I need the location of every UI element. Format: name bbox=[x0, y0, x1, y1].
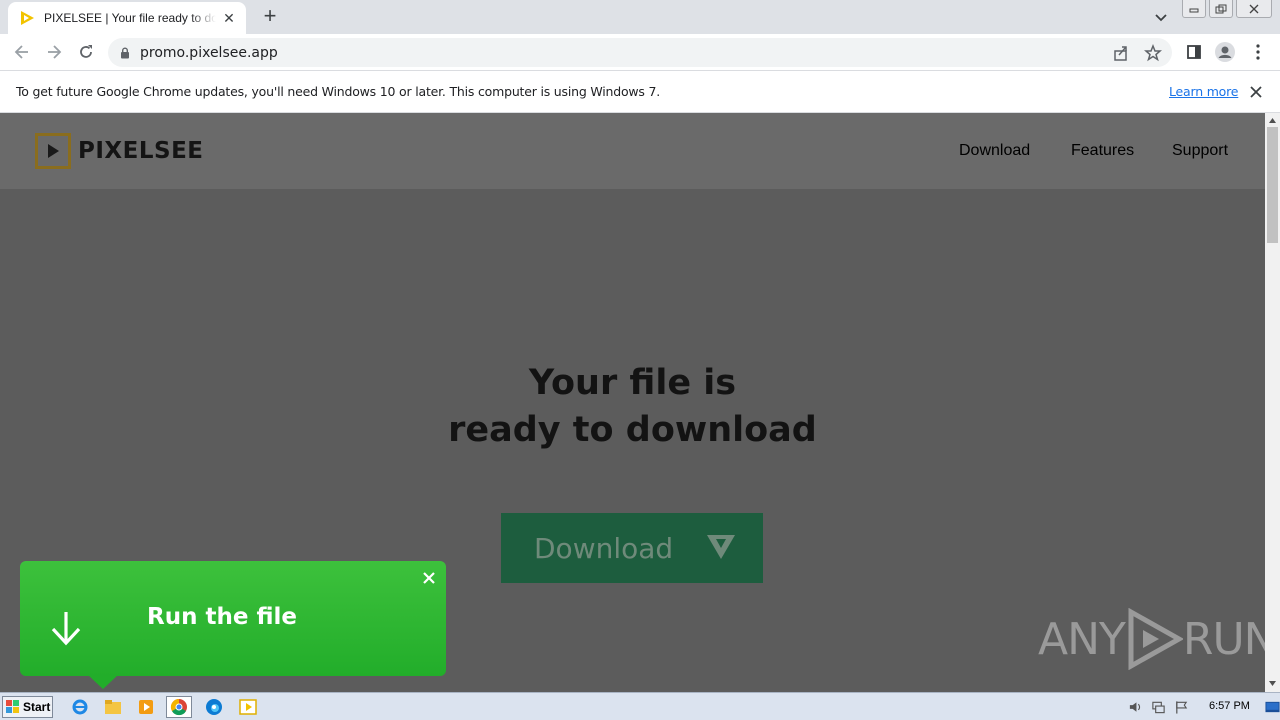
show-desktop-icon[interactable] bbox=[1265, 699, 1280, 715]
scroll-down-arrow-icon[interactable] bbox=[1268, 679, 1277, 688]
page-scrollbar[interactable] bbox=[1265, 113, 1280, 692]
restore-icon bbox=[1215, 4, 1227, 13]
action-center-flag-icon[interactable] bbox=[1174, 699, 1189, 715]
url-text: promo.pixelsee.app bbox=[140, 44, 278, 61]
profile-button[interactable] bbox=[1215, 42, 1235, 62]
forward-arrow-icon bbox=[48, 45, 62, 59]
popup-close-icon[interactable] bbox=[421, 570, 437, 586]
chrome-menu-button[interactable] bbox=[1248, 42, 1268, 62]
download-triangle-icon bbox=[707, 535, 735, 559]
browser-tab[interactable]: PIXELSEE | Your file ready to download ✕ bbox=[8, 2, 246, 34]
windows-logo-icon bbox=[6, 700, 19, 713]
volume-icon[interactable] bbox=[1128, 699, 1143, 715]
kebab-menu-icon bbox=[1256, 44, 1260, 60]
close-window-button[interactable] bbox=[1236, 0, 1272, 18]
scroll-up-arrow-icon[interactable] bbox=[1268, 116, 1277, 125]
close-window-icon bbox=[1249, 4, 1259, 13]
chrome-icon bbox=[170, 698, 187, 716]
anyrun-watermark: ANY RUN bbox=[1038, 608, 1265, 670]
hero-title-line-2: ready to download bbox=[448, 410, 817, 450]
scroll-thumb[interactable] bbox=[1267, 127, 1278, 243]
taskbar-pixelsee[interactable] bbox=[235, 696, 261, 718]
windows-taskbar: Start 6:57 PM bbox=[0, 692, 1280, 720]
back-arrow-icon bbox=[14, 45, 28, 59]
side-panel-icon bbox=[1187, 45, 1201, 59]
learn-more-link[interactable]: Learn more bbox=[1169, 84, 1238, 99]
anyrun-play-logo-icon bbox=[1128, 608, 1183, 670]
watermark-text-left: ANY bbox=[1038, 613, 1126, 665]
site-logo[interactable]: PIXELSEE bbox=[35, 133, 204, 169]
taskbar-edge[interactable] bbox=[201, 696, 227, 718]
run-file-popup[interactable]: Run the file bbox=[20, 561, 446, 689]
hero-title: Your file is ready to download bbox=[0, 360, 1265, 454]
reload-icon bbox=[80, 45, 92, 58]
hero-title-line-1: Your file is bbox=[528, 363, 737, 403]
back-button[interactable] bbox=[10, 40, 34, 64]
new-tab-button[interactable]: + bbox=[258, 5, 282, 28]
taskbar-clock[interactable]: 6:57 PM bbox=[1209, 700, 1250, 712]
taskbar-chrome[interactable] bbox=[166, 696, 192, 718]
folder-icon bbox=[105, 700, 121, 714]
restore-button[interactable] bbox=[1209, 0, 1233, 18]
popup-pointer bbox=[88, 675, 118, 689]
side-panel-button[interactable] bbox=[1184, 42, 1204, 62]
pixelsee-favicon-icon bbox=[21, 11, 34, 25]
forward-button[interactable] bbox=[42, 40, 66, 64]
edge-icon bbox=[206, 699, 222, 715]
taskbar-ie[interactable] bbox=[67, 696, 93, 718]
tab-strip: PIXELSEE | Your file ready to download ✕… bbox=[0, 0, 1280, 34]
nav-support-link[interactable]: Support bbox=[1172, 142, 1265, 160]
infobar-message: To get future Google Chrome updates, you… bbox=[16, 84, 661, 99]
taskbar-media-player[interactable] bbox=[133, 696, 159, 718]
minimize-button[interactable] bbox=[1182, 0, 1206, 18]
reload-button[interactable] bbox=[74, 40, 98, 64]
start-label: Start bbox=[23, 700, 51, 714]
popup-label: Run the file bbox=[147, 604, 297, 630]
logo-play-icon bbox=[35, 133, 71, 169]
profile-avatar-icon bbox=[1215, 42, 1235, 62]
internet-explorer-icon bbox=[72, 699, 88, 715]
logo-text: PIXELSEE bbox=[78, 138, 204, 164]
tab-search-chevron-icon[interactable] bbox=[1150, 6, 1172, 28]
watermark-text-right: RUN bbox=[1182, 613, 1265, 665]
lock-icon[interactable] bbox=[120, 47, 130, 59]
tab-close-icon[interactable]: ✕ bbox=[220, 9, 238, 27]
bookmark-star-icon[interactable] bbox=[1144, 44, 1162, 62]
minimize-icon bbox=[1189, 8, 1199, 12]
network-icon[interactable] bbox=[1151, 699, 1166, 715]
update-infobar: To get future Google Chrome updates, you… bbox=[0, 71, 1280, 113]
tab-title: PIXELSEE | Your file ready to download bbox=[44, 11, 216, 25]
media-player-icon bbox=[139, 700, 153, 714]
share-icon[interactable] bbox=[1112, 44, 1130, 62]
start-button[interactable]: Start bbox=[2, 696, 53, 718]
pixelsee-app-icon bbox=[239, 699, 257, 715]
down-arrow-icon bbox=[51, 612, 81, 646]
browser-toolbar: promo.pixelsee.app bbox=[0, 34, 1280, 71]
system-tray bbox=[1122, 695, 1280, 719]
download-button[interactable]: Download bbox=[501, 513, 763, 583]
taskbar-explorer[interactable] bbox=[100, 696, 126, 718]
download-button-label: Download bbox=[534, 531, 674, 565]
address-bar[interactable]: promo.pixelsee.app bbox=[108, 38, 1172, 67]
window-controls bbox=[1179, 0, 1272, 18]
infobar-close-icon[interactable] bbox=[1248, 84, 1264, 100]
